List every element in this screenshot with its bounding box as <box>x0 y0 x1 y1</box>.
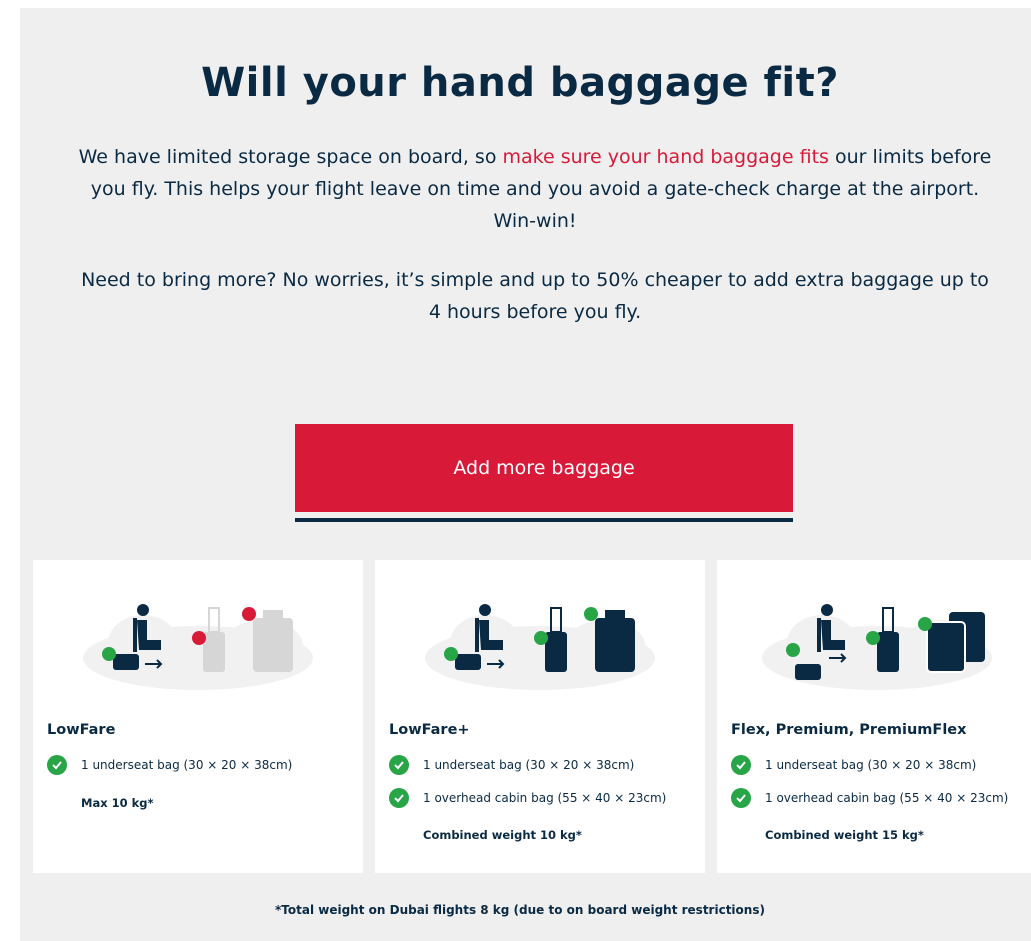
cta-container: Add more baggage <box>295 424 793 532</box>
extra-baggage-text: Need to bring more? No worries, it’s sim… <box>81 269 989 323</box>
fare-card-lowfare-plus: LowFare+ 1 underseat bag (30 × 20 × 38cm… <box>375 560 705 873</box>
included-item-label: 1 underseat bag (30 × 20 × 38cm) <box>423 758 635 772</box>
weight-note: Combined weight 10 kg* <box>423 828 582 842</box>
weight-note: Combined weight 15 kg* <box>765 828 924 842</box>
fare-name: LowFare <box>47 722 116 738</box>
lowfare-plus-baggage-illustration <box>425 604 655 690</box>
included-item-label: 1 underseat bag (30 × 20 × 38cm) <box>81 758 293 772</box>
flex-premium-baggage-illustration <box>762 604 992 690</box>
fare-card-lowfare: LowFare 1 underseat bag (30 × 20 × 38cm)… <box>33 560 363 873</box>
intro-text: We have limited storage space on board, … <box>75 141 995 237</box>
baggage-info-panel: Will your hand baggage fit? We have limi… <box>20 8 1031 941</box>
fare-card-flex-premium: Flex, Premium, PremiumFlex 1 underseat b… <box>717 560 1031 873</box>
page-title: Will your hand baggage fit? <box>201 60 839 106</box>
check-icon <box>389 755 409 775</box>
included-item: 1 overhead cabin bag (55 × 40 × 23cm) <box>389 786 666 810</box>
fare-name: LowFare+ <box>389 722 470 738</box>
check-icon <box>731 755 751 775</box>
included-item: 1 overhead cabin bag (55 × 40 × 23cm) <box>731 786 1008 810</box>
included-item: 1 underseat bag (30 × 20 × 38cm) <box>731 753 976 777</box>
weight-note: Max 10 kg* <box>81 796 154 810</box>
intro-highlight: make sure your hand baggage fits <box>502 146 829 168</box>
included-item-label: 1 underseat bag (30 × 20 × 38cm) <box>765 758 977 772</box>
included-item-label: 1 overhead cabin bag (55 × 40 × 23cm) <box>765 791 1009 805</box>
included-item-label: 1 overhead cabin bag (55 × 40 × 23cm) <box>423 791 667 805</box>
included-item: 1 underseat bag (30 × 20 × 38cm) <box>389 753 634 777</box>
dubai-weight-footnote: *Total weight on Dubai flights 8 kg (due… <box>275 903 765 917</box>
included-item: 1 underseat bag (30 × 20 × 38cm) <box>47 753 292 777</box>
check-icon <box>731 788 751 808</box>
check-icon <box>47 755 67 775</box>
lowfare-baggage-illustration <box>83 604 313 690</box>
intro-text-start: We have limited storage space on board, … <box>78 146 503 168</box>
check-icon <box>389 788 409 808</box>
fare-name: Flex, Premium, PremiumFlex <box>731 722 967 738</box>
cta-underline <box>295 518 793 522</box>
add-more-baggage-button[interactable]: Add more baggage <box>295 424 793 512</box>
